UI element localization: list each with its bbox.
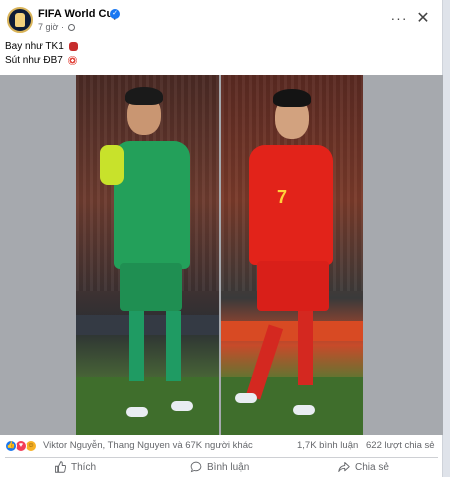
globe-icon	[68, 24, 76, 32]
fifa-trophy-icon	[15, 13, 25, 27]
jersey-number: 7	[277, 187, 288, 207]
post-meta: 7 giờ ·	[38, 22, 76, 32]
share-count-link[interactable]: 622 lượt chia sẻ	[366, 440, 435, 451]
striker-photo: 7	[221, 75, 363, 435]
post-caption: Bay như TK1 Sút như ĐB7	[5, 40, 78, 68]
post-header: FIFA World Cup ✓ 7 giờ · ··· ✕	[0, 0, 443, 38]
goalkeeper-glove	[100, 145, 124, 185]
page-name-link[interactable]: FIFA World Cup	[38, 8, 120, 20]
comment-icon	[190, 461, 202, 473]
reactions-summary: 👍 ♥ ☺ Viktor Nguyễn, Thang Nguyen và 67K…	[0, 435, 443, 457]
goalkeeper-jersey	[114, 141, 190, 269]
like-reaction-icon[interactable]: 👍	[5, 440, 17, 452]
post-card: FIFA World Cup ✓ 7 giờ · ··· ✕ Bay như T…	[0, 0, 443, 477]
more-options-button[interactable]: ···	[389, 9, 409, 29]
verified-badge-icon: ✓	[110, 9, 120, 19]
striker-jersey	[249, 145, 333, 265]
goalkeeper-photo	[76, 75, 219, 435]
comment-button[interactable]: Bình luận	[190, 458, 249, 476]
target-emoji	[67, 55, 77, 65]
close-button[interactable]: ✕	[413, 9, 433, 29]
thumbs-up-icon	[55, 461, 66, 473]
post-image[interactable]: 7	[0, 75, 443, 435]
action-bar: Thích Bình luận Chia sẻ	[0, 458, 443, 476]
share-button[interactable]: Chia sẻ	[338, 458, 389, 476]
share-icon	[338, 462, 350, 472]
page-avatar[interactable]	[7, 7, 33, 33]
like-button[interactable]: Thích	[54, 458, 96, 476]
caption-line-2: Sút như ĐB7	[5, 54, 78, 68]
goalkeeper-glove-emoji	[68, 41, 78, 51]
comment-count-link[interactable]: 1,7K bình luận	[297, 440, 358, 451]
caption-line-1: Bay như TK1	[5, 40, 78, 54]
reaction-names-link[interactable]: Viktor Nguyễn, Thang Nguyen và 67K người…	[43, 440, 253, 451]
post-time[interactable]: 7 giờ	[38, 22, 58, 32]
